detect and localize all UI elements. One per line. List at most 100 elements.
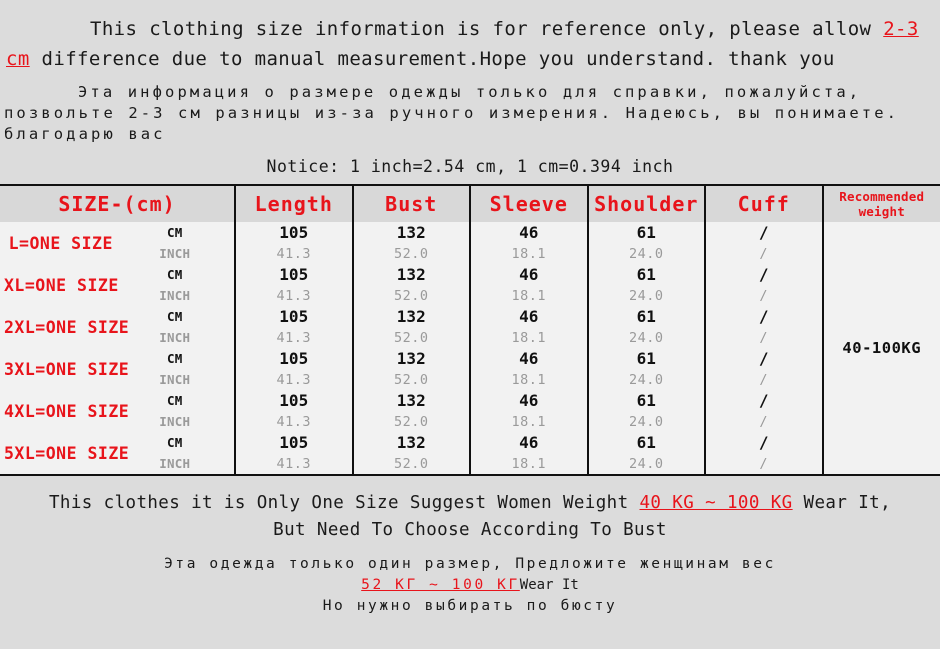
unit-label-inch: INCH [117, 453, 236, 474]
cell-shoulder-inch: 24.0 [587, 327, 706, 348]
size-chart-page: This clothing size information is for re… [0, 0, 940, 649]
cell-length-cm: 105 [235, 222, 354, 243]
size-table-wrapper: SIZE-(cm) Length Bust Sleeve Shoulder Cu… [0, 184, 940, 476]
cell-bust-inch: 52.0 [352, 453, 471, 474]
unit-label-cm: CM [117, 348, 236, 369]
bottom-en-part1: This clothes it is Only One Size Suggest… [48, 493, 640, 513]
cell-cuff-cm: / [705, 306, 824, 327]
bottom-notice-english: This clothes it is Only One Size Suggest… [0, 476, 940, 544]
cell-bust-inch: 52.0 [352, 327, 471, 348]
column-header-length: Length [235, 186, 354, 222]
cell-sleeve-inch: 18.1 [470, 243, 589, 264]
size-label: 3XL=ONE SIZE [4, 359, 130, 379]
unit-label-cm: CM [117, 264, 236, 285]
size-table-body: L=ONE SIZE CM 105 132 46 61/40-100KG INCH 41.3 5… [0, 222, 940, 474]
cell-cuff-cm: / [705, 432, 824, 453]
size-label: 5XL=ONE SIZE [4, 443, 130, 463]
cell-cuff-cm: / [705, 222, 824, 243]
cell-length-inch: 41.3 [235, 369, 354, 390]
cell-shoulder-cm: 61 [587, 222, 706, 243]
column-header-size: SIZE-(cm) [0, 186, 236, 222]
cell-length-inch: 41.3 [235, 327, 354, 348]
unit-label-cm: CM [117, 306, 236, 327]
cell-sleeve-cm: 46 [470, 348, 589, 369]
top-notice-ru-line3: рения. Надеюсь, вы понимаете. [538, 104, 900, 122]
bottom-notice-russian: Эта одежда только один размер, Предложит… [0, 544, 940, 617]
cell-length-cm: 105 [235, 348, 354, 369]
top-notice-en-part1: This clothing size information is for re… [90, 18, 884, 40]
cell-cuff-cm: / [705, 390, 824, 411]
cell-bust-inch: 52.0 [352, 285, 471, 306]
table-row: 3XL=ONE SIZE CM 105 132 46 61/ [0, 348, 940, 379]
unit-label-cm: CM [117, 390, 236, 411]
unit-label-cm: CM [117, 222, 236, 243]
cell-sleeve-cm: 46 [470, 222, 589, 243]
cell-cuff-inch: / [705, 285, 824, 306]
table-row: INCH 41.3 52.0 18.1 24.0/ [0, 369, 940, 390]
cell-bust-inch: 52.0 [352, 411, 471, 432]
cell-sleeve-cm: 46 [470, 390, 589, 411]
cell-sleeve-inch: 18.1 [470, 285, 589, 306]
size-label: XL=ONE SIZE [4, 275, 119, 295]
cell-cuff-cm: / [705, 264, 824, 285]
cell-sleeve-inch: 18.1 [470, 369, 589, 390]
cell-cuff-inch: / [705, 453, 824, 474]
cell-shoulder-cm: 61 [587, 306, 706, 327]
cell-length-inch: 41.3 [235, 453, 354, 474]
cell-sleeve-inch: 18.1 [470, 411, 589, 432]
table-row: XL=ONE SIZE CM 105 132 46 61/ [0, 264, 940, 295]
cell-shoulder-cm: 61 [587, 432, 706, 453]
cell-shoulder-inch: 24.0 [587, 411, 706, 432]
unit-label-cm: CM [117, 432, 236, 453]
cell-sleeve-cm: 46 [470, 432, 589, 453]
unit-label-inch: INCH [117, 327, 236, 348]
cell-shoulder-inch: 24.0 [587, 369, 706, 390]
cell-cuff-inch: / [705, 369, 824, 390]
table-row: INCH 41.3 52.0 18.1 24.0/ [0, 453, 940, 474]
cell-bust-cm: 132 [352, 306, 471, 327]
unit-label-inch: INCH [117, 411, 236, 432]
bottom-en-line2: But Need To Choose According To Bust [273, 520, 667, 540]
cell-bust-inch: 52.0 [352, 243, 471, 264]
cell-shoulder-inch: 24.0 [587, 285, 706, 306]
recommended-weight-value: 40-100KG [842, 339, 922, 357]
cell-bust-cm: 132 [352, 348, 471, 369]
column-header-bust: Bust [352, 186, 471, 222]
cell-shoulder-inch: 24.0 [587, 243, 706, 264]
top-notice-ru-line4: благодарю вас [4, 125, 166, 143]
size-table: SIZE-(cm) Length Bust Sleeve Shoulder Cu… [0, 186, 940, 474]
cell-bust-inch: 52.0 [352, 369, 471, 390]
size-label: 2XL=ONE SIZE [4, 317, 130, 337]
top-notice-english: This clothing size information is for re… [0, 0, 940, 74]
cell-length-cm: 105 [235, 390, 354, 411]
conversion-notice: Notice: 1 inch=2.54 cm, 1 cm=0.394 inch [266, 157, 674, 176]
column-header-cuff: Cuff [705, 186, 824, 222]
table-row: 4XL=ONE SIZE CM 105 132 46 61/ [0, 390, 940, 421]
bottom-en-part2: Wear It, [792, 493, 892, 513]
cell-bust-cm: 132 [352, 264, 471, 285]
column-header-recommended-weight: Recommended weight [822, 186, 940, 222]
bottom-ru-wear-it: Wear It [519, 577, 579, 593]
cell-length-inch: 41.3 [235, 411, 354, 432]
cell-shoulder-cm: 61 [587, 348, 706, 369]
unit-label-inch: INCH [117, 243, 236, 264]
size-label: L=ONE SIZE [8, 233, 113, 253]
weight-range-highlight: 40 KG ~ 100 KG [639, 493, 793, 513]
cell-shoulder-cm: 61 [587, 390, 706, 411]
size-table-header-row: SIZE-(cm) Length Bust Sleeve Shoulder Cu… [0, 186, 940, 222]
cell-sleeve-cm: 46 [470, 306, 589, 327]
cell-length-cm: 105 [235, 306, 354, 327]
cell-length-inch: 41.3 [235, 243, 354, 264]
cell-sleeve-inch: 18.1 [470, 327, 589, 348]
table-row: 2XL=ONE SIZE CM 105 132 46 61/ [0, 306, 940, 337]
weight-range-highlight-ru: 52 КГ ~ 100 КГ [361, 577, 520, 593]
recommended-weight-line1: Recommended [839, 189, 925, 204]
size-table-head: SIZE-(cm) Length Bust Sleeve Shoulder Cu… [0, 186, 940, 222]
cell-bust-cm: 132 [352, 432, 471, 453]
cell-length-inch: 41.3 [235, 285, 354, 306]
cell-shoulder-inch: 24.0 [587, 453, 706, 474]
table-row: 5XL=ONE SIZE CM 105 132 46 61/ [0, 432, 940, 463]
size-label: 4XL=ONE SIZE [4, 401, 130, 421]
cell-shoulder-cm: 61 [587, 264, 706, 285]
cell-bust-cm: 132 [352, 222, 471, 243]
